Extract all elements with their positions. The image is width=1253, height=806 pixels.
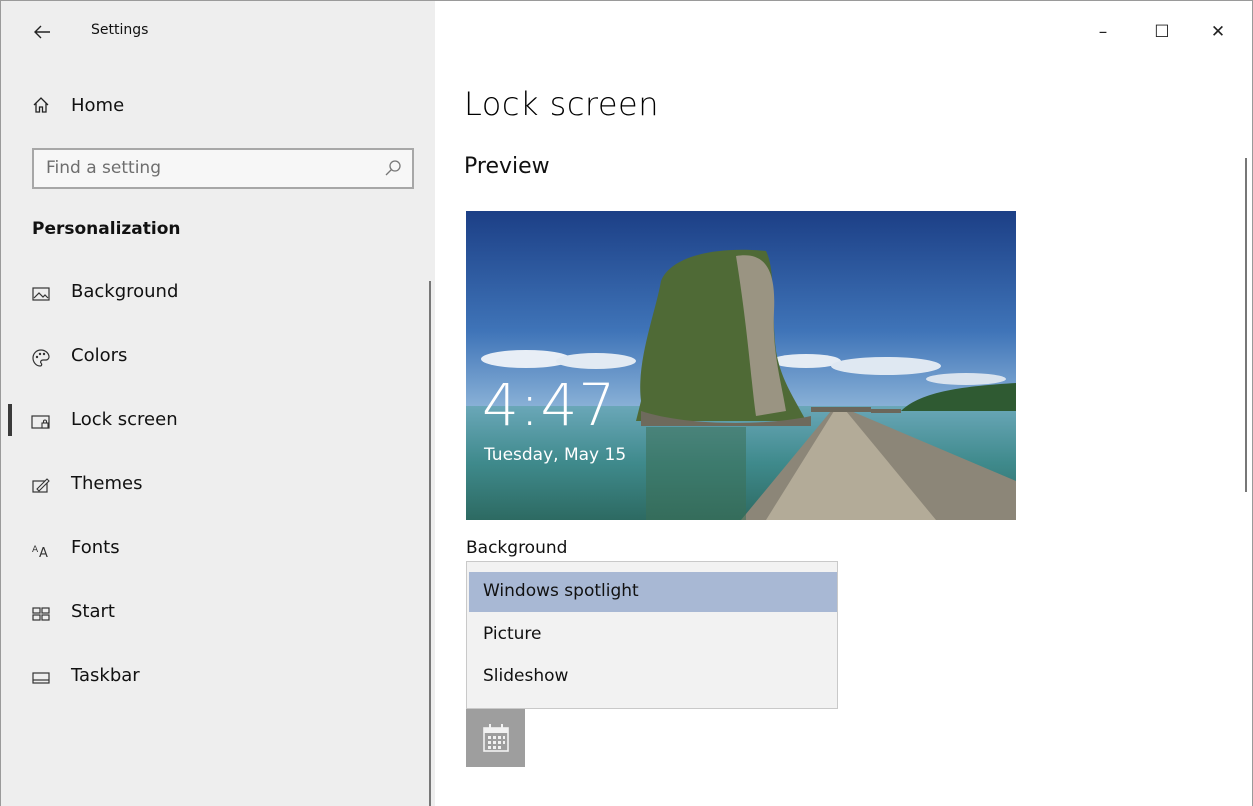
preview-clock: 4:47 [482, 371, 617, 439]
picture-icon [32, 287, 50, 301]
search-icon [385, 160, 401, 176]
preview-heading: Preview [464, 154, 550, 179]
main-scrollbar[interactable] [1245, 158, 1247, 492]
sidebar-item-lock-screen[interactable]: Lock screen [1, 392, 436, 456]
section-title: Personalization [32, 219, 181, 239]
sidebar-item-label: Colors [71, 345, 128, 366]
home-icon [33, 97, 49, 113]
sidebar-item-start[interactable]: Start [1, 584, 436, 648]
sidebar-item-label: Themes [71, 473, 143, 494]
sidebar-item-label: Taskbar [71, 665, 140, 686]
search-input[interactable]: Find a setting [32, 148, 414, 189]
titlebar-left: Settings [1, 1, 436, 61]
status-app-button[interactable] [466, 709, 525, 767]
fonts-icon: AA [32, 545, 48, 560]
sidebar-item-label: Fonts [71, 537, 120, 558]
svg-text:A: A [39, 546, 48, 560]
themes-icon [32, 478, 50, 493]
app-title: Settings [91, 22, 149, 38]
main-content: – ☐ ✕ Lock screen Preview 4:47 Tuesday, … [435, 0, 1253, 806]
option-picture[interactable]: Picture [469, 615, 837, 655]
lock-screen-icon [31, 415, 50, 429]
sidebar-item-themes[interactable]: Themes [1, 456, 436, 520]
option-label: Picture [483, 624, 542, 644]
active-indicator [8, 404, 12, 436]
sidebar-item-label: Background [71, 281, 179, 302]
sidebar-scrollbar[interactable] [429, 281, 431, 806]
svg-text:A: A [32, 545, 39, 555]
option-windows-spotlight[interactable]: Windows spotlight [469, 572, 837, 612]
maximize-button[interactable]: ☐ [1145, 15, 1179, 49]
palette-icon [32, 349, 50, 367]
background-label: Background [466, 538, 568, 558]
sidebar-item-colors[interactable]: Colors [1, 328, 436, 392]
minimize-button[interactable]: – [1086, 15, 1120, 49]
lock-screen-preview: 4:47 Tuesday, May 15 [466, 211, 1016, 520]
preview-date: Tuesday, May 15 [484, 445, 627, 465]
background-dropdown[interactable]: Windows spotlight Picture Slideshow [466, 561, 838, 709]
sidebar-item-label: Lock screen [71, 409, 178, 430]
sidebar-item-fonts[interactable]: AA Fonts [1, 520, 436, 584]
minimize-icon: – [1098, 22, 1108, 42]
page-title: Lock screen [464, 85, 660, 123]
close-button[interactable]: ✕ [1201, 15, 1235, 49]
taskbar-icon [32, 672, 50, 684]
maximize-icon: ☐ [1154, 22, 1170, 42]
sidebar: Settings Home Find a setting Personaliza… [0, 0, 435, 806]
sidebar-item-background[interactable]: Background [1, 264, 436, 328]
sidebar-nav: Background Colors Lock screen Themes AA … [1, 264, 436, 712]
preview-image [466, 211, 1016, 520]
sidebar-item-taskbar[interactable]: Taskbar [1, 648, 436, 712]
search-placeholder: Find a setting [46, 158, 161, 178]
option-label: Windows spotlight [483, 581, 639, 601]
calendar-icon [482, 724, 509, 752]
sidebar-home[interactable]: Home [1, 84, 436, 128]
back-button[interactable] [25, 15, 59, 49]
option-slideshow[interactable]: Slideshow [469, 657, 837, 697]
option-label: Slideshow [483, 666, 569, 686]
close-icon: ✕ [1210, 22, 1226, 42]
sidebar-item-label: Start [71, 601, 115, 622]
home-label: Home [71, 95, 125, 116]
back-arrow-icon [34, 25, 50, 39]
start-icon [32, 607, 50, 621]
